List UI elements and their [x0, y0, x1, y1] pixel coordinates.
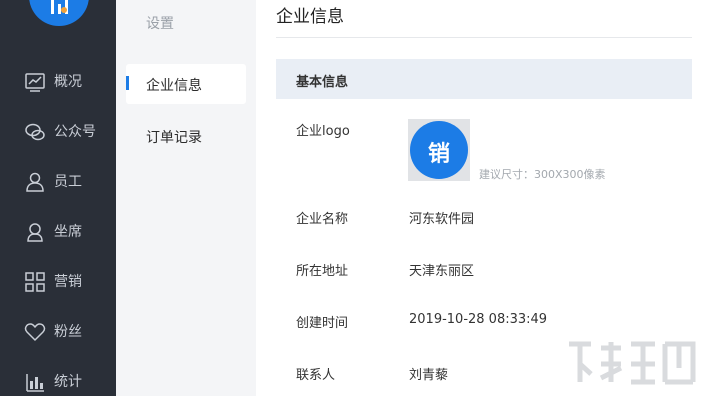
field-value-contact: 刘青藜: [409, 368, 449, 383]
field-label-company-name: 企业名称: [296, 212, 349, 227]
company-logo: 销: [410, 121, 468, 179]
watermark-logo: [569, 341, 696, 385]
active-indicator: [126, 76, 129, 90]
main-content: 企业信息 基本信息 企业logo 销 建议尺寸：300X300像素 企业名称 河…: [256, 0, 701, 396]
subnav-item-label: 订单记录: [146, 130, 202, 146]
wechat-icon: [25, 123, 45, 141]
nav-item-label: 员工: [54, 174, 82, 190]
nav-item-marketing[interactable]: 营销: [0, 262, 116, 302]
divider: [276, 37, 692, 38]
field-label-contact: 联系人: [296, 368, 336, 383]
company-logo-upload[interactable]: 销: [408, 119, 470, 181]
user-icon: [26, 172, 44, 192]
page-title: 企业信息: [276, 7, 344, 27]
nav-item-fans[interactable]: 粉丝: [0, 312, 116, 352]
nav-item-label: 坐席: [54, 224, 82, 240]
logo-size-hint: 建议尺寸：300X300像素: [479, 168, 606, 181]
main-sidebar: 概况 公众号 员工 坐席 营销 粉丝 统计: [0, 0, 116, 396]
nav-item-overview[interactable]: 概况: [0, 62, 116, 102]
nav-item-label: 概况: [54, 74, 82, 90]
field-value-address: 天津东丽区: [409, 264, 475, 279]
nav-item-label: 公众号: [54, 124, 96, 140]
nav-item-seats[interactable]: 坐席: [0, 212, 116, 252]
app-logo-icon: [51, 0, 68, 14]
nav-item-label: 统计: [54, 374, 82, 390]
grid-icon: [25, 272, 45, 292]
company-logo-glyph: 销: [427, 142, 450, 167]
nav-item-label: 营销: [54, 274, 82, 290]
app-logo[interactable]: [29, 0, 89, 26]
section-header: 基本信息: [276, 59, 692, 99]
subnav-item-company-info[interactable]: 企业信息: [126, 64, 246, 104]
subnav-item-order-records[interactable]: 订单记录: [126, 116, 246, 156]
nav-item-staff[interactable]: 员工: [0, 162, 116, 202]
subnav-item-label: 企业信息: [146, 78, 202, 94]
subnav-title: 设置: [146, 16, 174, 32]
settings-subnav: 设置 企业信息 订单记录: [116, 0, 256, 396]
nav-item-stats[interactable]: 统计: [0, 362, 116, 396]
logo-label: 企业logo: [296, 124, 350, 139]
field-label-address: 所在地址: [296, 264, 349, 279]
field-label-created-time: 创建时间: [296, 316, 349, 331]
section-title: 基本信息: [296, 75, 349, 90]
bar-chart-icon: [26, 374, 44, 392]
field-value-created-time: 2019-10-28 08:33:49: [409, 312, 548, 327]
headset-icon: [27, 223, 43, 242]
field-value-company-name: 河东软件园: [409, 212, 475, 227]
nav-item-official-account[interactable]: 公众号: [0, 112, 116, 152]
chart-icon: [25, 73, 45, 92]
nav-item-label: 粉丝: [54, 324, 82, 340]
heart-icon: [24, 323, 46, 342]
